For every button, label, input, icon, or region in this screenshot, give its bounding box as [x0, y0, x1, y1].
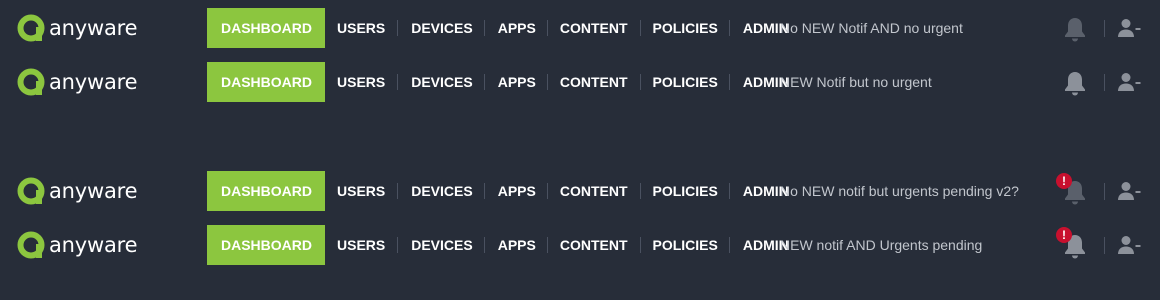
menu-item-devices[interactable]: DEVICES [398, 8, 485, 48]
user-menu-button[interactable] [1118, 181, 1142, 201]
menu-item-devices[interactable]: DEVICES [398, 225, 485, 265]
menu-item-apps[interactable]: APPS [485, 171, 548, 211]
anyware-logo[interactable]: anyware [16, 67, 138, 97]
anyware-logo[interactable]: anyware [16, 176, 138, 206]
urgent-exclamation-icon: ! [1056, 227, 1072, 243]
menu-item-policies-label: POLICIES [652, 20, 718, 36]
menu-item-apps[interactable]: APPS [485, 8, 548, 48]
bell-icon [1065, 72, 1085, 96]
header-divider [1104, 20, 1105, 37]
user-menu-icon [1118, 182, 1141, 200]
menu-item-policies-label: POLICIES [652, 74, 718, 90]
user-menu-button[interactable] [1118, 72, 1142, 92]
menu-item-devices-label: DEVICES [411, 74, 473, 90]
menu-item-policies[interactable]: POLICIES [641, 62, 730, 102]
menu-item-policies-label: POLICIES [652, 237, 718, 253]
menu-item-devices[interactable]: DEVICES [398, 62, 485, 102]
menu-item-users-label: USERS [337, 183, 386, 199]
menu-item-content-label: CONTENT [559, 183, 628, 199]
anyware-logo-mark-icon [17, 177, 45, 205]
menu-item-content-label: CONTENT [559, 20, 628, 36]
navbar-variant-4: anyware DASHBOARD USERS DEVICES APPS CON… [0, 225, 1160, 265]
menu-item-users-label: USERS [337, 237, 386, 253]
menu-item-users[interactable]: USERS [325, 225, 399, 265]
menu-item-content[interactable]: CONTENT [548, 225, 641, 265]
main-menu: DASHBOARD USERS DEVICES APPS CONTENT POL… [207, 8, 801, 48]
menu-item-policies[interactable]: POLICIES [641, 225, 730, 265]
urgent-exclamation-icon: ! [1056, 173, 1072, 189]
logo-text: anyware [49, 233, 138, 257]
menu-item-content-label: CONTENT [559, 74, 628, 90]
anyware-logo-mark-icon [17, 68, 45, 96]
anyware-logo-mark-icon [17, 231, 45, 259]
menu-item-apps-label: APPS [497, 237, 536, 253]
menu-item-policies[interactable]: POLICIES [641, 8, 730, 48]
menu-item-devices-label: DEVICES [411, 183, 473, 199]
user-menu-button[interactable] [1118, 18, 1142, 38]
user-menu-button[interactable] [1118, 235, 1142, 255]
menu-item-dashboard[interactable]: DASHBOARD [207, 62, 325, 102]
navbar-variant-1: anyware DASHBOARD USERS DEVICES APPS CON… [0, 8, 1160, 48]
notifications-button[interactable] [1063, 16, 1087, 42]
status-text: NEW Notif but no urgent [780, 74, 932, 90]
menu-item-devices[interactable]: DEVICES [398, 171, 485, 211]
menu-item-dashboard[interactable]: DASHBOARD [207, 171, 325, 211]
menu-item-apps-label: APPS [497, 183, 536, 199]
menu-item-apps[interactable]: APPS [485, 62, 548, 102]
menu-item-users-label: USERS [337, 20, 386, 36]
status-text: NEW notif AND Urgents pending [780, 237, 983, 253]
logo-text: anyware [49, 179, 138, 203]
menu-item-content[interactable]: CONTENT [548, 171, 641, 211]
main-menu: DASHBOARD USERS DEVICES APPS CONTENT POL… [207, 62, 801, 102]
menu-item-users[interactable]: USERS [325, 62, 399, 102]
menu-item-policies-label: POLICIES [652, 183, 718, 199]
main-menu: DASHBOARD USERS DEVICES APPS CONTENT POL… [207, 225, 801, 265]
anyware-logo-mark-icon [17, 14, 45, 42]
anyware-logo[interactable]: anyware [16, 230, 138, 260]
notifications-button[interactable] [1063, 70, 1087, 96]
menu-item-users[interactable]: USERS [325, 8, 399, 48]
menu-item-content[interactable]: CONTENT [548, 62, 641, 102]
user-menu-icon [1118, 19, 1141, 37]
menu-item-devices-label: DEVICES [411, 237, 473, 253]
notifications-button[interactable]: ! [1056, 173, 1087, 205]
menu-item-dashboard[interactable]: DASHBOARD [207, 225, 325, 265]
header-divider [1104, 237, 1105, 254]
status-text: No NEW notif but urgents pending v2? [780, 183, 1019, 199]
logo-text: anyware [49, 70, 138, 94]
header-divider [1104, 74, 1105, 91]
menu-item-dashboard[interactable]: DASHBOARD [207, 8, 325, 48]
menu-item-devices-label: DEVICES [411, 20, 473, 36]
notifications-button[interactable]: ! [1056, 227, 1087, 259]
menu-item-apps-label: APPS [497, 20, 536, 36]
menu-item-apps[interactable]: APPS [485, 225, 548, 265]
main-menu: DASHBOARD USERS DEVICES APPS CONTENT POL… [207, 171, 801, 211]
menu-item-users[interactable]: USERS [325, 171, 399, 211]
bell-icon [1065, 18, 1085, 42]
navbar-variant-2: anyware DASHBOARD USERS DEVICES APPS CON… [0, 62, 1160, 102]
menu-item-policies[interactable]: POLICIES [641, 171, 730, 211]
header-divider [1104, 183, 1105, 200]
menu-item-users-label: USERS [337, 74, 386, 90]
user-menu-icon [1118, 236, 1141, 254]
navbar-variant-3: anyware DASHBOARD USERS DEVICES APPS CON… [0, 171, 1160, 211]
user-menu-icon [1118, 73, 1141, 91]
anyware-logo[interactable]: anyware [16, 13, 138, 43]
logo-text: anyware [49, 16, 138, 40]
status-text: No NEW Notif AND no urgent [780, 20, 963, 36]
menu-item-content[interactable]: CONTENT [548, 8, 641, 48]
menu-item-apps-label: APPS [497, 74, 536, 90]
menu-item-content-label: CONTENT [559, 237, 628, 253]
